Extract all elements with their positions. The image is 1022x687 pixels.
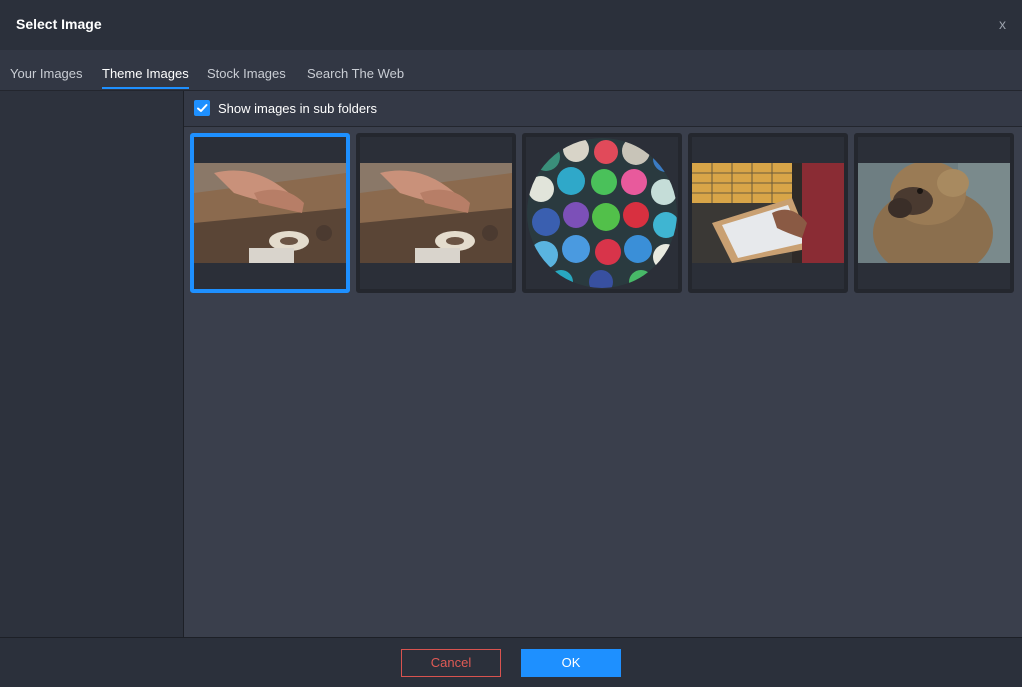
hands-taping-wood-image — [194, 163, 346, 263]
select-image-dialog: Select Image x Your Images Theme Images … — [0, 0, 1022, 687]
tab-search-the-web[interactable]: Search The Web — [307, 66, 404, 87]
dialog-title: Select Image — [16, 16, 102, 32]
ok-button[interactable]: OK — [521, 649, 621, 677]
image-thumbnail[interactable] — [854, 133, 1014, 293]
dialog-footer: Cancel OK — [0, 637, 1022, 687]
close-button[interactable]: x — [999, 16, 1006, 32]
image-thumbnail[interactable] — [688, 133, 848, 293]
screen-printing-image — [692, 163, 844, 263]
tab-bar: Your Images Theme Images Stock Images Se… — [0, 50, 1022, 91]
image-toolbar: Show images in sub folders — [184, 91, 1022, 127]
image-thumbnail[interactable] — [190, 133, 350, 293]
checkmark-icon — [197, 104, 208, 112]
dialog-titlebar: Select Image x — [0, 0, 1022, 50]
folder-sidebar — [0, 91, 184, 637]
image-thumbnail[interactable] — [356, 133, 516, 293]
tab-theme-images[interactable]: Theme Images — [102, 66, 189, 89]
paint-jars-image — [527, 138, 677, 288]
image-grid — [184, 127, 1022, 637]
show-subfolders-checkbox[interactable] — [194, 100, 210, 116]
hands-taping-wood-image — [360, 163, 512, 263]
tab-stock-images[interactable]: Stock Images — [207, 66, 286, 87]
baboon-portrait-image — [858, 163, 1010, 263]
show-subfolders-label: Show images in sub folders — [218, 101, 377, 116]
tab-your-images[interactable]: Your Images — [10, 66, 83, 87]
image-thumbnail[interactable] — [522, 133, 682, 293]
cancel-button[interactable]: Cancel — [401, 649, 501, 677]
